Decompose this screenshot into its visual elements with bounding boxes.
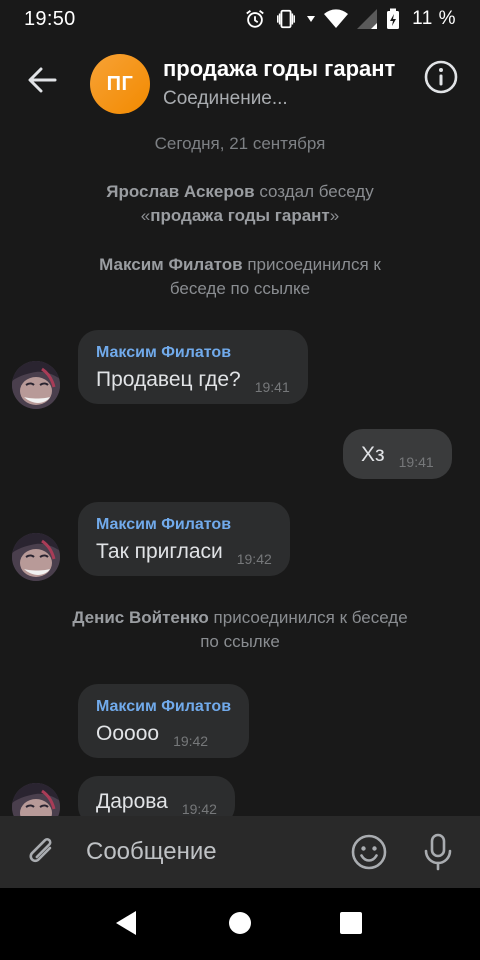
- service-message-joined: Денис Войтенко присоединился к беседе по…: [72, 608, 408, 651]
- arrow-left-icon: [28, 67, 57, 93]
- chat-header: ПГ продажа годы гарант Соединение...: [0, 38, 480, 124]
- message-composer: [0, 816, 480, 888]
- service-actor[interactable]: Ярослав Аскеров: [106, 182, 254, 201]
- date-separator: Сегодня, 21 сентября: [154, 134, 326, 153]
- service-actor[interactable]: Денис Войтенко: [72, 608, 209, 627]
- voice-message-button[interactable]: [420, 832, 456, 872]
- info-button[interactable]: [424, 60, 458, 94]
- nav-back-icon[interactable]: [114, 910, 138, 936]
- attach-button[interactable]: [24, 834, 60, 870]
- smile-icon: [351, 834, 387, 870]
- service-message-created: Ярослав Аскеров создал беседу «продажа го…: [106, 182, 374, 225]
- service-message-joined: Максим Филатов присоединился к беседе по…: [99, 255, 381, 298]
- emoji-button[interactable]: [350, 833, 388, 871]
- message-text: Так пригласи: [96, 540, 223, 563]
- message-input[interactable]: [86, 834, 336, 870]
- back-button[interactable]: [22, 60, 62, 100]
- sender-name[interactable]: Максим Филатов: [96, 698, 231, 716]
- chat-avatar[interactable]: ПГ: [90, 54, 150, 114]
- avatar[interactable]: [12, 361, 60, 409]
- status-icons: 11 %: [244, 8, 456, 30]
- avatar[interactable]: [12, 533, 60, 581]
- sender-name[interactable]: Максим Филатов: [96, 516, 272, 534]
- nav-recents-icon[interactable]: [340, 912, 362, 934]
- message-bubble[interactable]: Максим Филатов Так пригласи 19:42: [78, 502, 290, 576]
- microphone-icon: [424, 833, 452, 871]
- message-text: Дарова: [96, 790, 168, 813]
- info-icon: [424, 60, 458, 94]
- battery-charging-icon: [386, 8, 400, 30]
- message-bubble[interactable]: Дарова 19:42: [78, 776, 235, 816]
- signal-icon: [356, 8, 378, 30]
- user-photo: [12, 361, 60, 409]
- battery-percent: 11 %: [412, 8, 456, 29]
- status-bar: 19:50 11 %: [0, 0, 480, 38]
- status-time: 19:50: [24, 7, 76, 30]
- message-time: 19:42: [173, 733, 209, 749]
- avatar[interactable]: [12, 783, 60, 816]
- message-bubble[interactable]: Максим Филатов Продавец где? 19:41: [78, 330, 308, 404]
- vibrate-icon: [274, 8, 298, 30]
- service-actor[interactable]: Максим Филатов: [99, 255, 242, 274]
- message-time: 19:42: [181, 801, 217, 816]
- paperclip-icon: [29, 838, 52, 863]
- system-nav-bar: [0, 888, 480, 960]
- message-text: Продавец где?: [96, 368, 241, 391]
- message-list[interactable]: Сегодня, 21 сентября Ярослав Аскеров соз…: [0, 124, 480, 816]
- connection-status: Соединение...: [163, 88, 288, 109]
- data-arrow-icon: [306, 14, 316, 24]
- message-bubble[interactable]: Максим Филатов Ооооо 19:42: [78, 684, 250, 758]
- message-time: 19:42: [236, 551, 272, 567]
- wifi-icon: [324, 9, 349, 29]
- user-photo: [12, 533, 60, 581]
- message-bubble-outgoing[interactable]: Хз 19:41: [343, 429, 452, 479]
- message-text: Хз: [361, 443, 385, 466]
- sender-name[interactable]: Максим Филатов: [96, 344, 290, 362]
- nav-home-icon[interactable]: [229, 912, 251, 934]
- user-photo: [12, 783, 60, 816]
- message-time: 19:41: [398, 454, 434, 470]
- message-time: 19:41: [254, 379, 290, 395]
- message-text: Ооооо: [96, 722, 160, 745]
- chat-title[interactable]: продажа годы гарант: [163, 56, 405, 82]
- alarm-icon: [244, 8, 266, 30]
